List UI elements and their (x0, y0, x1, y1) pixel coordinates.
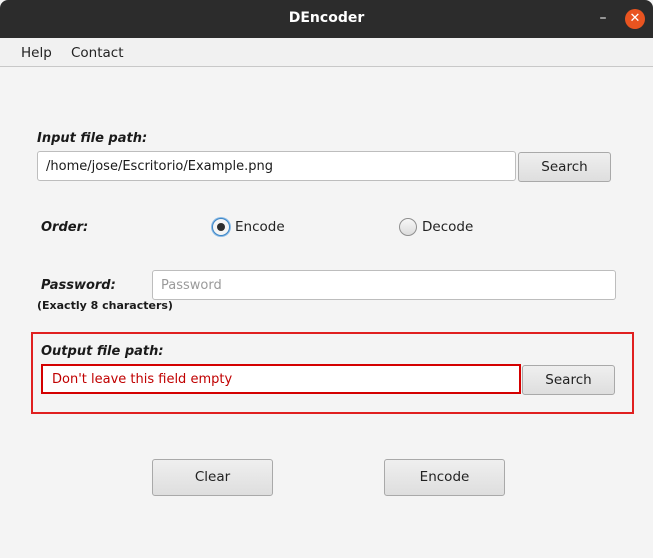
encode-radio[interactable] (212, 218, 230, 236)
menu-contact[interactable]: Contact (71, 45, 124, 61)
input-path-field[interactable]: /home/jose/Escritorio/Example.png (37, 151, 516, 181)
password-field[interactable]: Password (152, 270, 616, 300)
title-bar: DEncoder – ✕ (0, 0, 653, 38)
decode-radio[interactable] (399, 218, 417, 236)
encode-button[interactable]: Encode (384, 459, 505, 496)
window-title: DEncoder (288, 10, 365, 26)
minimize-icon[interactable]: – (596, 10, 610, 26)
radio-selected-dot (217, 223, 225, 231)
menu-help[interactable]: Help (21, 45, 52, 61)
output-search-button[interactable]: Search (522, 365, 615, 395)
input-path-label: Input file path: (37, 131, 148, 146)
password-hint: (Exactly 8 characters) (37, 299, 173, 312)
encode-radio-label[interactable]: Encode (235, 219, 285, 235)
password-label: Password: (41, 278, 116, 293)
close-icon[interactable]: ✕ (625, 9, 645, 29)
clear-button[interactable]: Clear (152, 459, 273, 496)
decode-radio-label[interactable]: Decode (422, 219, 473, 235)
output-path-field[interactable]: Don't leave this field empty (41, 364, 521, 394)
menu-bar: Help Contact (0, 38, 653, 67)
order-label: Order: (41, 220, 89, 235)
output-path-label: Output file path: (41, 344, 164, 359)
input-search-button[interactable]: Search (518, 152, 611, 182)
